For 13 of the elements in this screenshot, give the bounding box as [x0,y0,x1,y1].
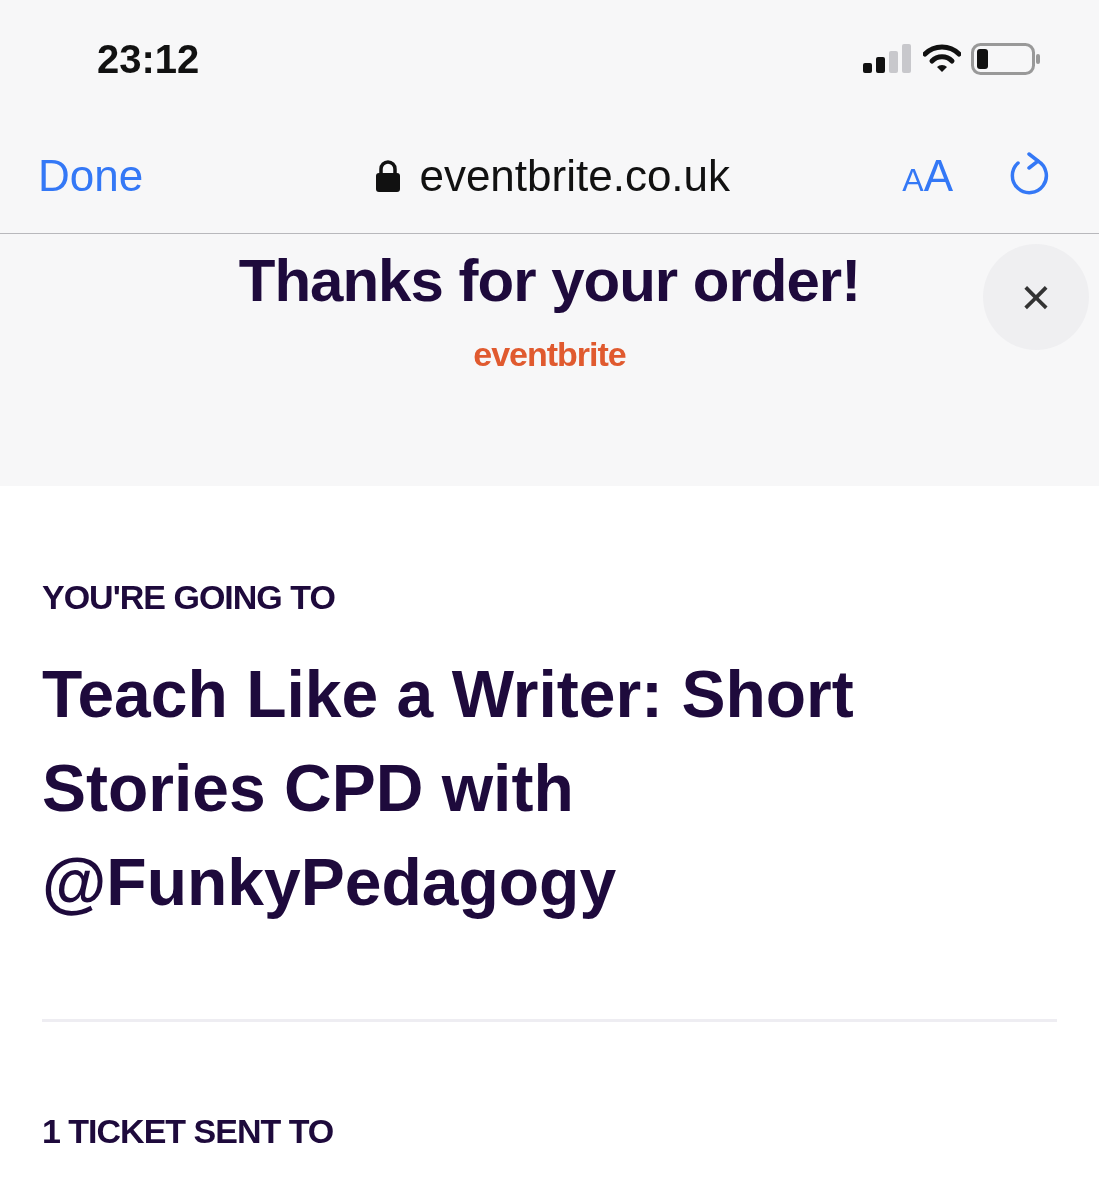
brand-logo: eventbrite [473,335,626,374]
battery-icon [971,42,1041,76]
done-button[interactable]: Done [38,150,144,201]
page-heading: Thanks for your order! [238,246,861,315]
event-title: Teach Like a Writer: Short Stories CPD with @FunkyPedagogy [42,656,855,921]
close-button[interactable]: × [983,244,1089,350]
signal-icon [863,43,913,75]
clock-time: 23:12 [97,36,200,82]
text-size-button[interactable]: AA [902,150,953,201]
section-label: YOU'RE GOING TO [42,578,336,617]
section-label: 1 TICKET SENT TO [42,1112,335,1151]
wifi-icon [923,44,961,74]
url-text[interactable]: eventbrite.co.uk [419,150,731,201]
